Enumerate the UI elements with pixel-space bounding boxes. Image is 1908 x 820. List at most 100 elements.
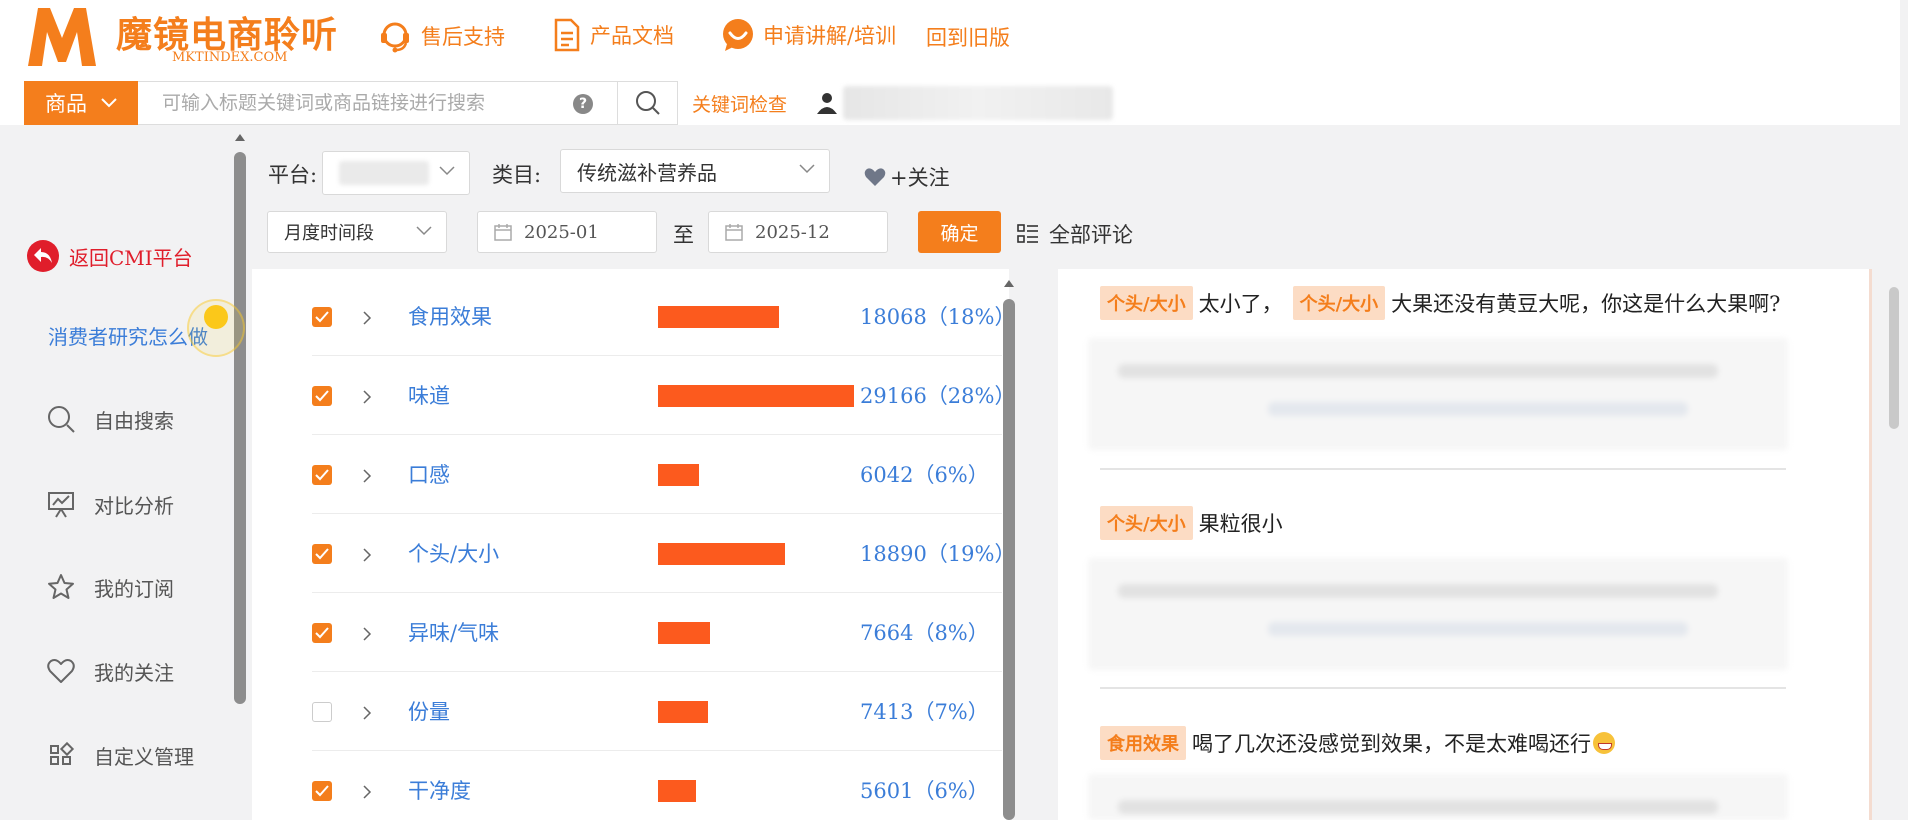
review-item: 个头/大小 果粒很小 <box>1100 506 1293 540</box>
headset-icon <box>381 22 409 53</box>
chevron-right-icon[interactable] <box>362 310 372 326</box>
aspect-bar <box>658 306 779 328</box>
aspect-tag[interactable]: 个头/大小 <box>1292 286 1386 320</box>
chevron-right-icon[interactable] <box>362 784 372 800</box>
category-select[interactable]: 传统滋补营养品 <box>560 149 830 193</box>
aspect-scroll-up[interactable] <box>1004 280 1014 287</box>
all-reviews-label: 全部评论 <box>1049 223 1133 247</box>
heart-icon <box>864 168 886 186</box>
chevron-down-icon <box>799 164 815 174</box>
check-icon <box>315 785 329 797</box>
aspect-row[interactable]: 口感 6042（6%） <box>312 435 1002 514</box>
confirm-button[interactable]: 确定 <box>918 211 1001 253</box>
help-icon[interactable]: ? <box>573 94 593 114</box>
sidebar-item-label: 我的关注 <box>94 660 174 685</box>
sidebar-item-free-search[interactable]: 自由搜索 <box>46 404 174 434</box>
start-date-input[interactable]: 2025-01 <box>477 211 657 253</box>
aspect-row[interactable]: 份量 7413（7%） <box>312 672 1002 751</box>
aspect-row[interactable]: 食用效果 18068（18%） <box>312 277 1009 356</box>
review-meta-blurred <box>1088 558 1788 670</box>
user-icon[interactable] <box>817 92 838 114</box>
chevron-right-icon[interactable] <box>362 389 372 405</box>
platform-select[interactable] <box>322 151 470 195</box>
follow-button[interactable]: +关注 <box>864 162 950 192</box>
search-input[interactable] <box>162 92 562 114</box>
aspect-checkbox[interactable] <box>312 544 332 564</box>
end-date-input[interactable]: 2025-12 <box>708 211 888 253</box>
chevron-right-icon[interactable] <box>362 705 372 721</box>
reviews-scrollbar[interactable] <box>1889 287 1899 429</box>
chevron-down-icon <box>439 166 455 176</box>
review-item: 食用效果 喝了几次还没感觉到效果，不是太难喝还行 <box>1100 726 1615 760</box>
aspect-checkbox[interactable] <box>312 386 332 406</box>
brand-subtitle: MKTINDEX.COM <box>172 50 288 65</box>
guide-hotspot[interactable] <box>187 299 245 357</box>
aspect-checkbox[interactable] <box>312 307 332 327</box>
search-category-select[interactable]: 商品 <box>24 81 138 125</box>
aspect-row[interactable]: 异味/气味 7664（8%） <box>312 593 1002 672</box>
consumer-research-link[interactable]: 消费者研究怎么做 <box>48 321 208 350</box>
search-button[interactable] <box>618 81 678 125</box>
sidebar-item-follows[interactable]: 我的关注 <box>46 656 174 686</box>
search-row: 商品 ? 关键词检查 <box>24 81 1114 125</box>
aspect-name[interactable]: 异味/气味 <box>408 617 499 647</box>
aspect-name[interactable]: 干净度 <box>408 775 471 805</box>
end-date-value: 2025-12 <box>755 221 830 243</box>
period-select[interactable]: 月度时间段 <box>267 211 447 253</box>
aspect-name[interactable]: 味道 <box>408 380 450 410</box>
aspect-bar <box>658 543 785 565</box>
logo-mark-icon[interactable] <box>24 4 100 66</box>
aspect-scrollbar[interactable] <box>1003 299 1015 820</box>
nav-training[interactable]: 申请讲解/培训 <box>721 18 896 52</box>
aspect-checkbox[interactable] <box>312 702 332 722</box>
check-icon <box>315 390 329 402</box>
chevron-right-icon[interactable] <box>362 468 372 484</box>
check-icon <box>315 627 329 639</box>
chevron-down-icon <box>416 226 432 236</box>
back-to-cmi-button[interactable]: 返回CMI平台 <box>27 240 193 272</box>
aspect-tag[interactable]: 个头/大小 <box>1100 506 1193 540</box>
keyword-check-link[interactable]: 关键词检查 <box>692 90 787 117</box>
check-icon <box>315 469 329 481</box>
sidebar-item-custom[interactable]: 自定义管理 <box>46 740 194 770</box>
aspect-name[interactable]: 食用效果 <box>408 301 492 331</box>
chevron-right-icon[interactable] <box>362 547 372 563</box>
aspect-row[interactable]: 味道 29166（28%） <box>312 356 1009 435</box>
aspect-checkbox[interactable] <box>312 781 332 801</box>
platform-value-blurred <box>339 161 429 185</box>
sidebar-scroll-up[interactable] <box>235 134 245 141</box>
aspect-name[interactable]: 份量 <box>408 696 450 726</box>
all-reviews-button[interactable]: 全部评论 <box>1017 219 1133 249</box>
search-category-label: 商品 <box>45 92 87 116</box>
aspect-row[interactable]: 干净度 5601（6%） <box>312 751 1002 820</box>
aspect-bar <box>658 622 710 644</box>
user-name-blurred <box>843 86 1114 120</box>
date-to-label: 至 <box>673 223 694 247</box>
aspect-checkbox[interactable] <box>312 465 332 485</box>
nav-old-version[interactable]: 回到旧版 <box>926 22 1010 52</box>
chevron-right-icon[interactable] <box>362 626 372 642</box>
nav-label: 申请讲解/培训 <box>763 24 897 48</box>
category-value: 传统滋补营养品 <box>577 160 717 185</box>
aspect-count: 7413（7%） <box>860 700 989 724</box>
sidebar-scrollbar[interactable] <box>234 152 246 704</box>
chart-board-icon <box>48 492 74 518</box>
nav-product-docs[interactable]: 产品文档 <box>552 18 674 52</box>
review-text: 太小了， <box>1198 292 1283 316</box>
sidebar-item-subscriptions[interactable]: 我的订阅 <box>46 572 174 602</box>
sidebar-item-compare[interactable]: 对比分析 <box>46 489 174 519</box>
aspect-checkbox[interactable] <box>312 623 332 643</box>
heart-icon <box>47 659 75 683</box>
aspect-tag[interactable]: 食用效果 <box>1100 726 1186 760</box>
aspect-name[interactable]: 个头/大小 <box>408 538 499 568</box>
check-icon <box>315 311 329 323</box>
nav-after-sales[interactable]: 售后支持 <box>377 18 505 54</box>
nav-label: 产品文档 <box>590 24 674 48</box>
review-text: 大果还没有黄豆大呢，你这是什么大果啊? <box>1391 292 1781 316</box>
aspect-row[interactable]: 个头/大小 18890（19%） <box>312 514 1009 593</box>
start-date-value: 2025-01 <box>524 221 599 243</box>
sidebar <box>0 125 230 820</box>
aspect-name[interactable]: 口感 <box>408 459 450 489</box>
search-icon <box>48 406 75 433</box>
aspect-tag[interactable]: 个头/大小 <box>1100 286 1193 320</box>
